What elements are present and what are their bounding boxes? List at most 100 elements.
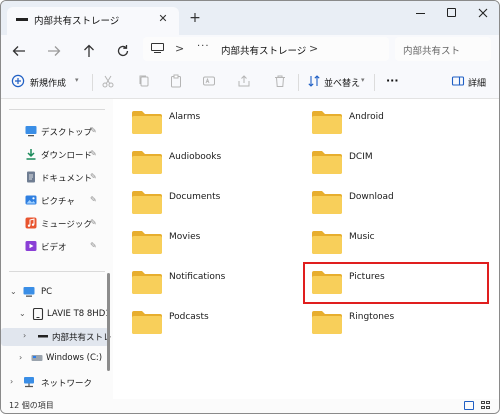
rename-icon <box>203 76 215 86</box>
chevron-down-icon: ▾ <box>75 76 79 84</box>
folder-item[interactable]: Music <box>311 229 481 263</box>
nav-item-label: ネットワーク <box>41 379 93 389</box>
folder-icon <box>132 231 162 254</box>
folder-item[interactable]: Documents <box>131 189 301 223</box>
nav-item-internal-storage[interactable]: › 内部共有ストレ <box>1 328 112 346</box>
tiles-view-button[interactable] <box>481 401 491 410</box>
nav-item-label: ミュージック <box>41 220 92 230</box>
arrow-left-icon <box>12 46 25 56</box>
divider <box>9 271 105 272</box>
nav-scrollbar[interactable] <box>107 99 111 399</box>
details-pane-icon <box>451 76 465 86</box>
forward-button[interactable] <box>44 41 64 61</box>
folder-item[interactable]: Podcasts <box>131 309 301 343</box>
plus-circle-icon <box>11 74 25 88</box>
nav-item-windows-c[interactable]: › Windows (C:) <box>1 350 109 368</box>
folder-item[interactable]: Ringtones <box>311 309 481 343</box>
command-bar: 新規作成 ▾ 並べ替え ▾ ··· 詳細 <box>1 65 499 99</box>
up-button[interactable] <box>79 41 99 61</box>
pc-icon <box>23 286 35 298</box>
chevron-down-icon[interactable]: ⌄ <box>10 287 17 296</box>
file-list: Alarms Android Audiobooks DCIM Documents… <box>113 99 499 399</box>
folder-icon <box>312 111 342 134</box>
scissors-icon <box>102 75 114 88</box>
details-view-button[interactable] <box>464 401 474 410</box>
divider <box>374 74 375 91</box>
breadcrumb-internal-storage[interactable]: 内部共有ストレージ <box>221 43 306 57</box>
chevron-right-icon[interactable]: › <box>23 331 26 340</box>
delete-button[interactable] <box>273 73 289 91</box>
chevron-down-icon[interactable]: ⌄ <box>19 309 26 318</box>
nav-item-downloads[interactable]: ダウンロード ✎ <box>1 146 109 164</box>
folder-name: Android <box>349 112 384 122</box>
divider <box>92 74 93 91</box>
folder-item[interactable]: DCIM <box>311 149 481 183</box>
download-icon <box>25 148 37 160</box>
refresh-button[interactable] <box>113 41 133 61</box>
nav-item-label: ビデオ <box>41 243 67 253</box>
nav-item-pictures[interactable]: ピクチャ ✎ <box>1 192 109 210</box>
nav-item-music[interactable]: ミュージック ✎ <box>1 215 109 233</box>
nav-item-label: ピクチャ <box>41 197 75 207</box>
documents-icon <box>25 171 37 183</box>
folder-icon <box>132 271 162 294</box>
folder-item[interactable]: Audiobooks <box>131 149 301 183</box>
back-button[interactable] <box>9 41 29 61</box>
pin-icon: ✎ <box>90 195 97 204</box>
search-input[interactable]: 内部共有スト <box>395 37 491 61</box>
cut-button[interactable] <box>101 73 117 91</box>
copy-button[interactable] <box>137 73 153 91</box>
folder-item[interactable]: Android <box>311 109 481 143</box>
close-window-button[interactable] <box>470 5 496 21</box>
new-tab-button[interactable]: + <box>187 10 203 26</box>
breadcrumb-overflow-button[interactable]: ··· <box>197 41 210 52</box>
breadcrumb-separator[interactable]: > <box>309 42 318 55</box>
nav-item-lavie-device[interactable]: ⌄ LAVIE T8 8HD1 <box>1 306 111 324</box>
folder-icon <box>312 311 342 334</box>
nav-item-documents[interactable]: ドキュメント ✎ <box>1 169 109 187</box>
arrow-up-icon <box>84 44 94 57</box>
status-bar: 12 個の項目 <box>1 399 499 413</box>
chevron-right-icon[interactable]: › <box>19 353 22 362</box>
folder-icon <box>312 151 342 174</box>
folder-item[interactable]: Movies <box>131 229 301 263</box>
pin-icon: ✎ <box>90 126 97 135</box>
pc-icon <box>151 43 164 54</box>
paste-button[interactable] <box>169 73 185 91</box>
new-button[interactable]: 新規作成 ▾ <box>11 73 83 91</box>
scroll-thumb[interactable] <box>107 273 110 371</box>
folder-item[interactable]: Notifications <box>131 269 301 303</box>
clipboard-icon <box>171 74 181 88</box>
nav-item-pc[interactable]: ⌄ PC <box>1 284 109 302</box>
more-options-button[interactable]: ··· <box>384 73 402 91</box>
pin-icon: ✎ <box>90 149 97 158</box>
nav-item-label: ダウンロード <box>41 151 93 161</box>
tab-internal-storage[interactable]: 内部共有ストレージ ✕ <box>7 7 179 35</box>
item-count: 12 個の項目 <box>9 401 54 410</box>
drive-icon <box>37 330 49 342</box>
highlight-box <box>303 262 489 304</box>
device-icon <box>32 307 44 321</box>
rename-button[interactable] <box>202 73 218 91</box>
maximize-button[interactable] <box>439 5 465 21</box>
sort-icon <box>308 75 320 87</box>
folder-name: Alarms <box>169 112 201 122</box>
new-button-label: 新規作成 <box>30 79 67 89</box>
nav-item-videos[interactable]: ビデオ ✎ <box>1 238 109 256</box>
folder-item[interactable]: Alarms <box>131 109 301 143</box>
nav-item-label: PC <box>41 287 53 297</box>
folder-icon <box>312 191 342 214</box>
tab-close-button[interactable]: ✕ <box>155 11 171 27</box>
sort-button[interactable]: 並べ替え ▾ <box>307 73 369 91</box>
chevron-right-icon[interactable]: › <box>10 377 13 386</box>
folder-item[interactable]: Download <box>311 189 481 223</box>
address-bar[interactable]: > ··· 内部共有ストレージ > <box>143 37 389 61</box>
pin-icon: ✎ <box>90 218 97 227</box>
nav-item-network[interactable]: › ネットワーク <box>1 374 109 392</box>
details-pane-button[interactable]: 詳細 <box>451 73 491 91</box>
minimize-button[interactable] <box>408 5 434 21</box>
nav-item-desktop[interactable]: デスクトップ ✎ <box>1 123 109 141</box>
file-explorer-window: 内部共有ストレージ ✕ + > ··· 内部共有ストレージ > 内部共有スト 新… <box>0 0 500 414</box>
share-button[interactable] <box>237 73 253 91</box>
videos-icon <box>25 240 37 252</box>
